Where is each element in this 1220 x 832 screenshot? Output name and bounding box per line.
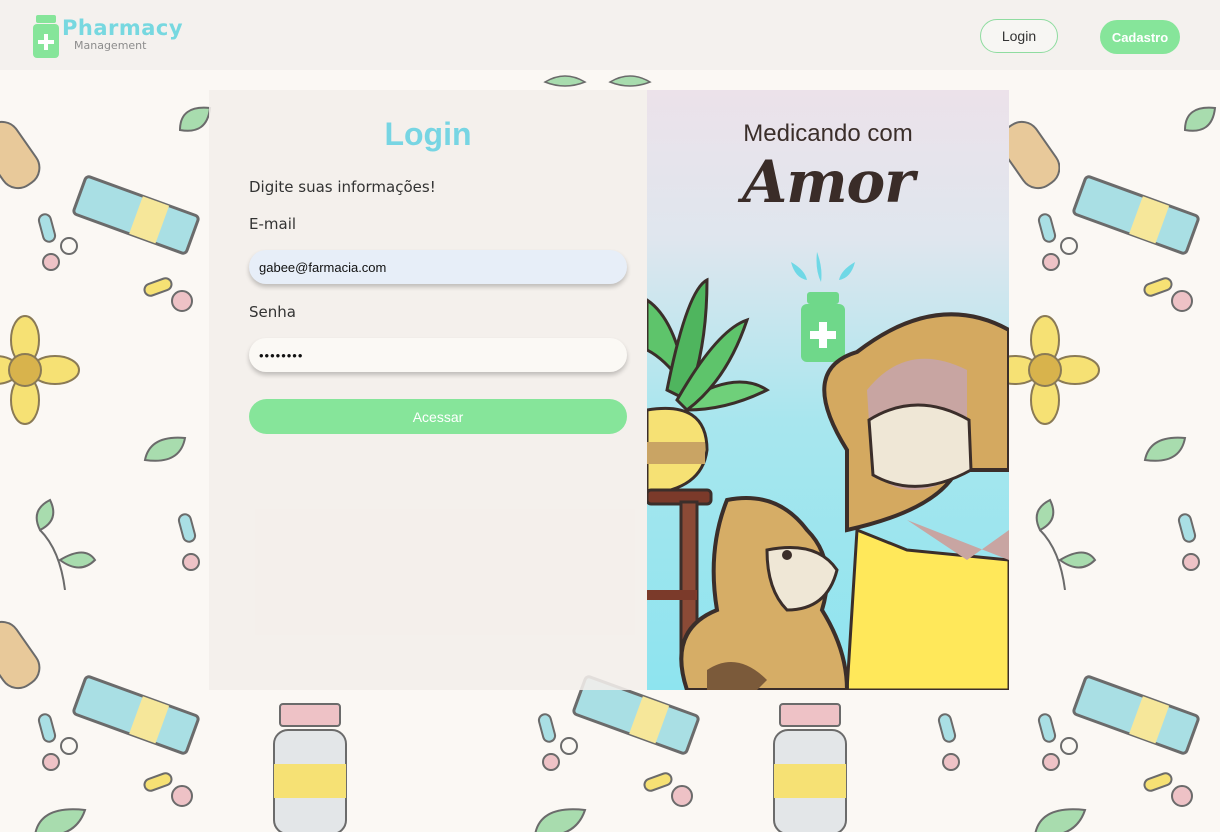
bandage-icon: [1000, 120, 1060, 190]
leaf-icon: [534, 808, 587, 832]
bottle-icon: [773, 703, 847, 832]
pills-icon: [1143, 277, 1193, 312]
password-field[interactable]: ••••••••: [249, 338, 627, 372]
email-label: E-mail: [249, 215, 297, 233]
pills-icon: [643, 772, 693, 807]
illustration-artwork: [647, 252, 1009, 690]
pill-box-icon: [1072, 175, 1200, 255]
capsule-icon: [1037, 713, 1078, 771]
bandage-icon: [0, 620, 41, 690]
bottle-icon: [273, 703, 347, 832]
leaf-icon: [1034, 808, 1087, 832]
submit-button[interactable]: Acessar: [249, 399, 627, 434]
bandage-icon: [0, 120, 41, 190]
password-label: Senha: [249, 303, 296, 321]
login-form-panel: Login Digite suas informações! E-mail ga…: [209, 90, 647, 690]
pill-box-icon: [72, 175, 200, 255]
logo[interactable]: Pharmacy Management: [32, 14, 183, 60]
capsule-icon: [937, 713, 960, 771]
leaf-icon: [1143, 436, 1187, 462]
pill-box-icon: [1072, 675, 1200, 755]
capsule-icon: [37, 213, 78, 271]
login-button[interactable]: Login: [980, 19, 1058, 53]
leaf-icon: [35, 498, 97, 590]
signup-button[interactable]: Cadastro: [1100, 20, 1180, 54]
leaf-icon: [1035, 498, 1097, 590]
form-subtitle: Digite suas informações!: [249, 178, 436, 196]
pills-icon: [1143, 772, 1193, 807]
capsule-icon: [1037, 213, 1078, 271]
medicine-bottle-logo-icon: [33, 15, 59, 58]
pills-icon: [143, 277, 193, 312]
capsule-icon: [37, 713, 78, 771]
email-field[interactable]: gabee@farmacia.com: [249, 250, 627, 284]
illustration-panel: Medicando com Amor: [647, 90, 1009, 690]
top-navbar: Pharmacy Management Login Cadastro: [0, 0, 1220, 70]
leaf-icon: [543, 75, 652, 87]
logo-subtitle: Management: [74, 39, 147, 52]
capsule-icon: [1177, 513, 1200, 571]
leaf-icon: [34, 808, 87, 832]
logo-title: Pharmacy: [62, 16, 184, 40]
pill-box-icon: [72, 675, 200, 755]
pills-icon: [143, 772, 193, 807]
leaf-icon: [1183, 106, 1217, 132]
leaf-icon: [143, 436, 187, 462]
sunflower-icon: [0, 315, 80, 425]
capsule-icon: [537, 713, 578, 771]
form-title: Login: [384, 116, 472, 152]
